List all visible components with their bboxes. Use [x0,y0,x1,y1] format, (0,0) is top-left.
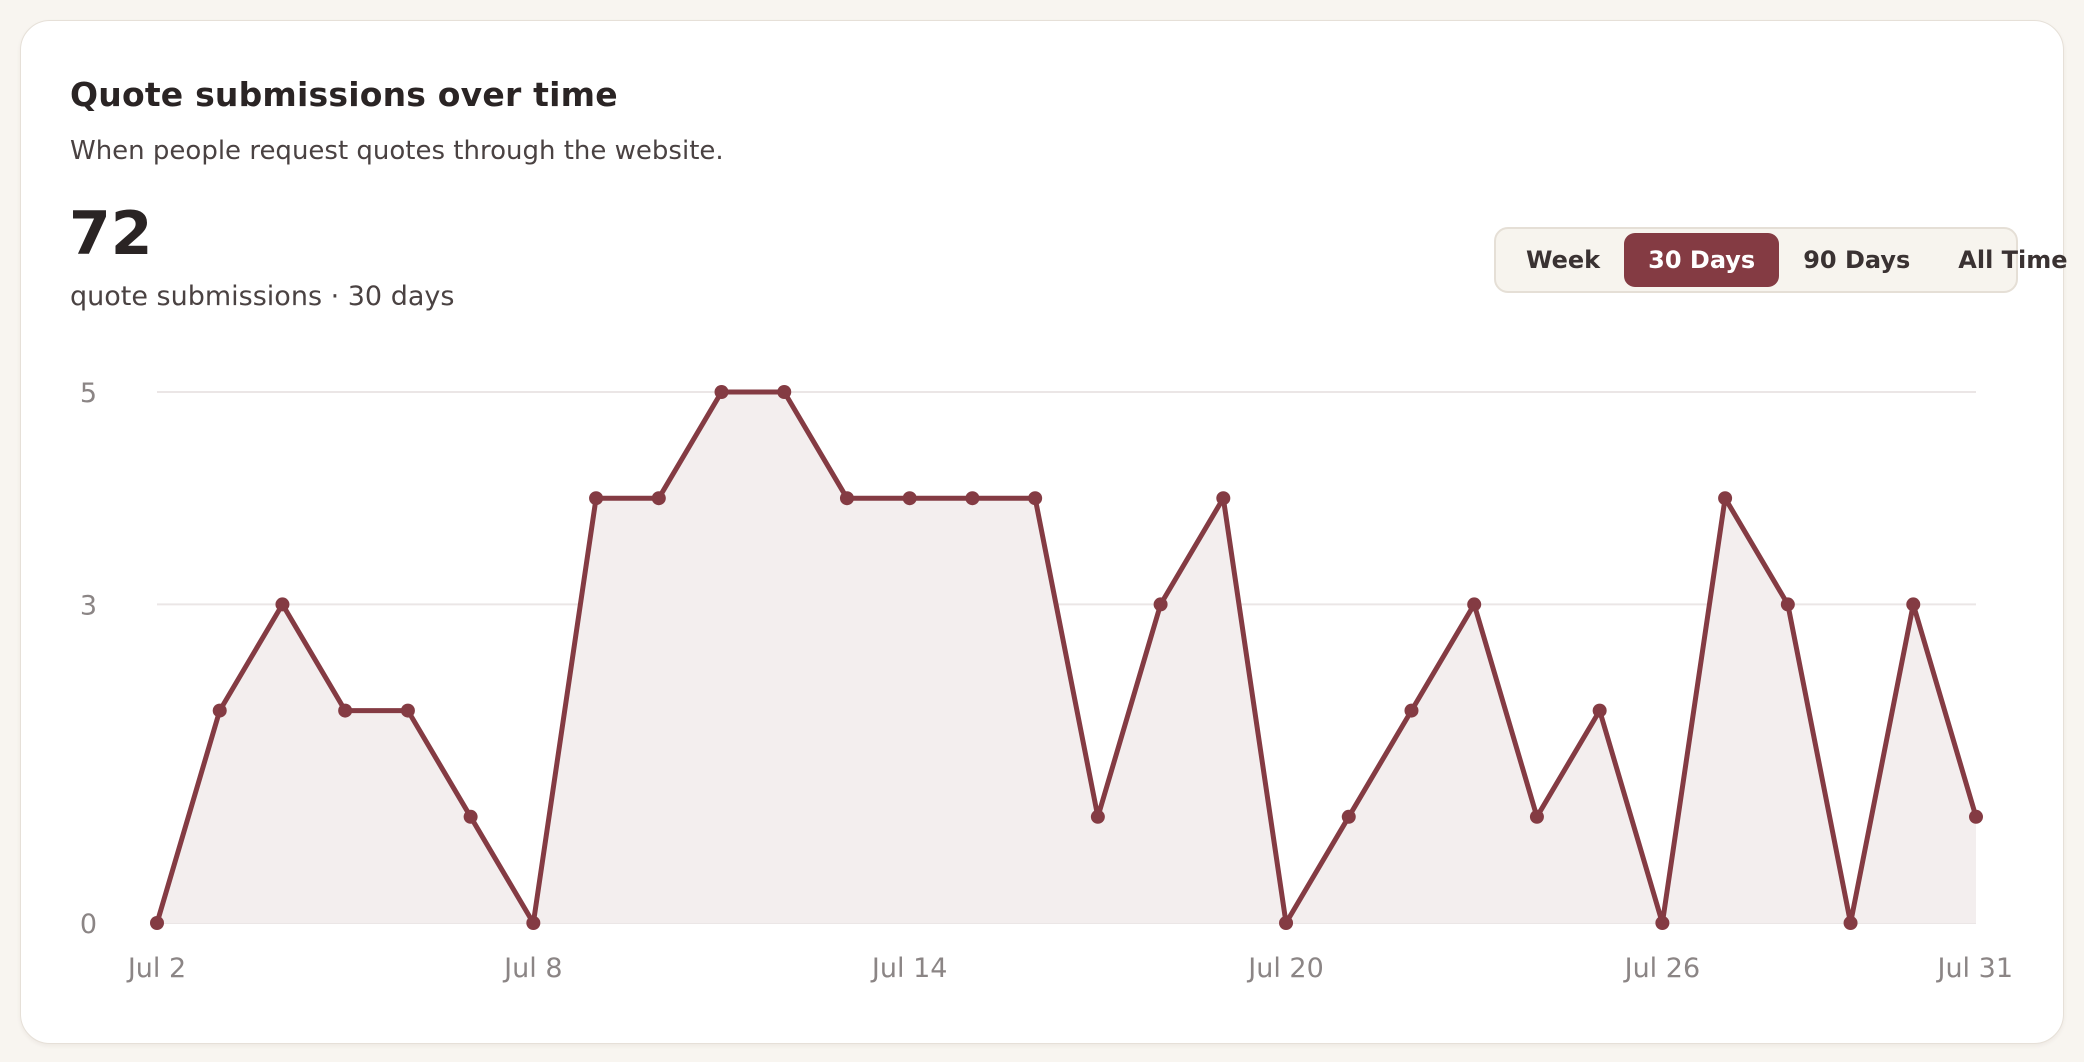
data-point[interactable] [400,703,415,718]
data-point[interactable] [1279,916,1294,930]
data-point[interactable] [463,809,478,824]
data-point[interactable] [1592,703,1607,718]
data-point[interactable] [1655,916,1670,930]
data-point[interactable] [275,597,290,612]
data-point[interactable] [1216,491,1231,506]
data-point[interactable] [1906,597,1921,612]
chart-card: Quote submissions over time When people … [20,20,2068,1044]
x-tick-label: Jul 26 [1623,953,1701,984]
data-point[interactable] [1718,491,1733,506]
data-point[interactable] [777,385,792,399]
data-point[interactable] [965,491,980,506]
data-point[interactable] [902,491,917,506]
data-point[interactable] [1028,491,1043,506]
x-tick-label: Jul 20 [1246,953,1324,984]
data-point[interactable] [1467,597,1482,612]
data-point[interactable] [839,491,854,506]
data-point[interactable] [1404,703,1419,718]
data-point[interactable] [1153,597,1168,612]
data-point[interactable] [526,916,541,930]
x-tick-label: Jul 14 [870,953,948,984]
x-tick-label: Jul 2 [126,953,186,984]
line-chart: 0 3 5 Jul 2 Jul 8 Jul 14 Jul 20 Jul 26 Jul 31 [80,378,2013,984]
data-point[interactable] [1090,809,1105,824]
data-point[interactable] [212,703,227,718]
data-point[interactable] [150,916,164,930]
data-point[interactable] [651,491,666,506]
data-point[interactable] [1341,809,1356,824]
data-point[interactable] [1780,597,1795,612]
data-point[interactable] [338,703,353,718]
data-point[interactable] [1843,916,1858,930]
x-tick-label: Jul 8 [502,953,562,984]
y-tick-label: 0 [80,909,97,940]
data-point[interactable] [714,385,729,399]
y-tick-label: 5 [80,378,97,409]
y-tick-label: 3 [80,590,97,621]
x-tick-label: Jul 31 [1935,953,2013,984]
data-point[interactable] [1529,809,1544,824]
data-point[interactable] [589,491,604,506]
data-point[interactable] [1969,809,1983,824]
